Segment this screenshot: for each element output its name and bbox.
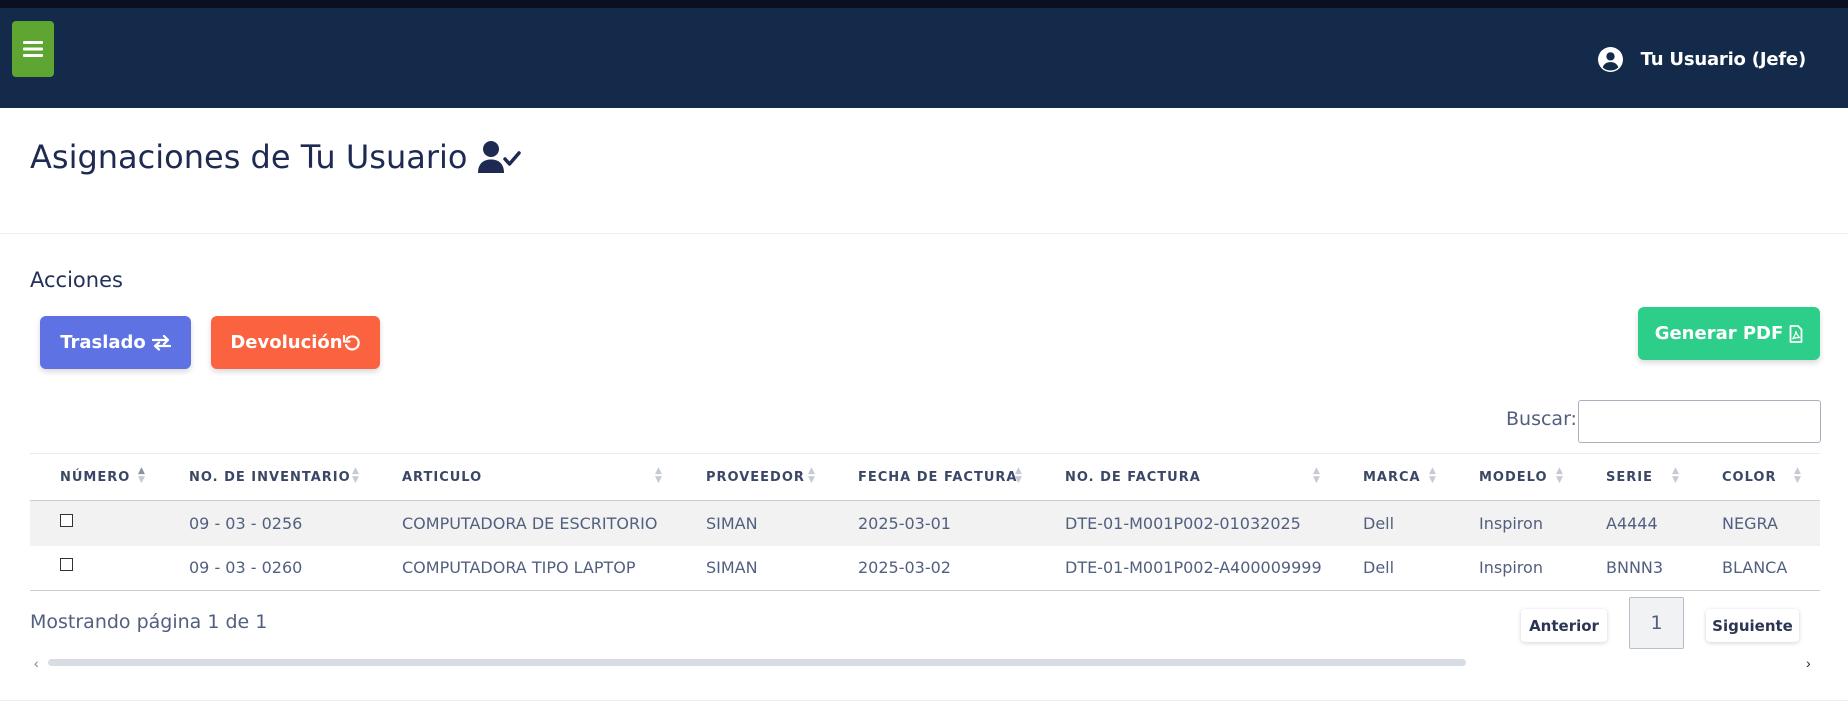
cell-modelo: Inspiron	[1479, 513, 1543, 533]
user-menu[interactable]: Tu Usuario (Jefe)	[1597, 42, 1807, 76]
search-input[interactable]	[1578, 400, 1821, 443]
user-name: Tu Usuario (Jefe)	[1640, 48, 1807, 70]
generar-pdf-label: Generar PDF	[1654, 323, 1784, 344]
user-circle-icon	[1597, 46, 1623, 72]
col-header-color[interactable]: COLOR ▲ ▼	[1692, 454, 1820, 501]
col-header-label: MODELO	[1479, 469, 1548, 485]
col-header-numero[interactable]: NÚMERO ▲ ▼	[30, 454, 159, 501]
sort-icon: ▲ ▼	[1672, 466, 1680, 485]
page-title: Asignaciones de Tu Usuario	[30, 138, 522, 176]
window-top-strip	[0, 0, 1848, 8]
cell-proveedor: SIMAN	[706, 558, 758, 578]
chevron-right-icon[interactable]: ›	[1806, 655, 1811, 671]
col-header-serie[interactable]: SERIE ▲ ▼	[1576, 454, 1692, 501]
col-header-label: FECHA DE FACTURA	[858, 469, 1018, 485]
cell-modelo: Inspiron	[1479, 558, 1543, 578]
devolucion-button[interactable]: Devolución	[211, 316, 380, 369]
table-header-row: NÚMERO ▲ ▼ NO. DE INVENTARIO ▲ ▼ ARTICULO …	[30, 453, 1820, 501]
cell-serie: A4444	[1606, 513, 1658, 533]
pagination-info: Mostrando página 1 de 1	[30, 611, 268, 633]
sort-icon: ▲ ▼	[1429, 466, 1437, 485]
cell-numero	[30, 546, 159, 591]
cell-factura: DTE-01-M001P002-A400009999	[1065, 558, 1322, 578]
col-header-label: NO. DE INVENTARIO	[189, 469, 351, 485]
menu-toggle-button[interactable]	[12, 21, 54, 77]
cell-marca: Dell	[1363, 513, 1395, 533]
col-header-label: SERIE	[1606, 469, 1653, 485]
cell-numero	[30, 501, 159, 546]
chevron-left-icon[interactable]: ‹	[34, 655, 39, 671]
col-header-inventario[interactable]: NO. DE INVENTARIO ▲ ▼	[159, 454, 372, 501]
search-label: Buscar:	[1506, 408, 1577, 430]
cell-marca: Dell	[1363, 558, 1395, 578]
cell-proveedor: SIMAN	[706, 513, 758, 533]
col-header-label: MARCA	[1363, 469, 1421, 485]
traslado-label: Traslado	[60, 332, 146, 353]
sort-icon: ▲ ▼	[352, 466, 360, 485]
sort-icon: ▲ ▼	[1313, 466, 1321, 485]
file-pdf-icon	[1789, 324, 1803, 343]
cell-factura: DTE-01-M001P002-01032025	[1065, 513, 1301, 533]
sort-icon: ▲ ▼	[1015, 466, 1023, 485]
cell-fecha: 2025-03-01	[858, 513, 951, 533]
table-row[interactable]: 09 - 03 - 0260 COMPUTADORA TIPO LAPTOP S…	[30, 546, 1820, 591]
col-header-label: COLOR	[1722, 469, 1777, 485]
cell-articulo: COMPUTADORA DE ESCRITORIO	[402, 513, 658, 533]
sort-icon: ▲ ▼	[1794, 466, 1802, 485]
cell-color: BLANCA	[1722, 558, 1788, 578]
horizontal-scrollbar[interactable]	[48, 659, 1466, 666]
header-divider	[0, 233, 1848, 234]
bottom-divider	[0, 700, 1848, 701]
col-header-label: NÚMERO	[60, 469, 131, 485]
cell-serie: BNNN3	[1606, 558, 1664, 578]
page-title-text: Asignaciones de Tu Usuario	[30, 138, 468, 176]
cell-fecha: 2025-03-02	[858, 558, 951, 578]
sort-icon: ▲ ▼	[1556, 466, 1564, 485]
col-header-label: NO. DE FACTURA	[1065, 469, 1201, 485]
exchange-arrows-icon	[151, 334, 171, 351]
traslado-button[interactable]: Traslado	[40, 316, 191, 369]
cell-articulo: COMPUTADORA TIPO LAPTOP	[402, 558, 636, 578]
undo-icon	[342, 334, 360, 351]
sort-icon: ▲ ▼	[138, 466, 146, 485]
cell-color: NEGRA	[1722, 513, 1778, 533]
col-header-marca[interactable]: MARCA ▲ ▼	[1333, 454, 1449, 501]
col-header-label: PROVEEDOR	[706, 469, 805, 485]
generar-pdf-button[interactable]: Generar PDF	[1638, 307, 1820, 360]
row-checkbox[interactable]	[60, 513, 73, 527]
assignments-table: NÚMERO ▲ ▼ NO. DE INVENTARIO ▲ ▼ ARTICULO …	[30, 453, 1820, 591]
top-navbar: Tu Usuario (Jefe)	[0, 8, 1848, 108]
actions-label: Acciones	[30, 268, 123, 292]
previous-page-button[interactable]: Anterior	[1521, 609, 1607, 642]
col-header-articulo[interactable]: ARTICULO ▲ ▼	[372, 454, 676, 501]
col-header-fecha[interactable]: FECHA DE FACTURA ▲ ▼	[828, 454, 1035, 501]
hamburger-icon	[23, 41, 43, 57]
sort-icon: ▲ ▼	[655, 466, 663, 485]
devolucion-label: Devolución	[230, 332, 343, 353]
table-row[interactable]: 09 - 03 - 0256 COMPUTADORA DE ESCRITORIO…	[30, 500, 1820, 546]
user-check-icon	[478, 141, 522, 173]
col-header-label: ARTICULO	[402, 469, 483, 485]
sort-icon: ▲ ▼	[808, 466, 816, 485]
row-checkbox[interactable]	[60, 558, 73, 572]
next-page-button[interactable]: Siguiente	[1706, 609, 1799, 642]
col-header-proveedor[interactable]: PROVEEDOR ▲ ▼	[676, 454, 828, 501]
cell-inventario: 09 - 03 - 0256	[189, 513, 303, 533]
col-header-modelo[interactable]: MODELO ▲ ▼	[1449, 454, 1576, 501]
cell-inventario: 09 - 03 - 0260	[189, 558, 303, 578]
col-header-factura[interactable]: NO. DE FACTURA ▲ ▼	[1035, 454, 1333, 501]
page-number-button[interactable]: 1	[1629, 597, 1684, 649]
